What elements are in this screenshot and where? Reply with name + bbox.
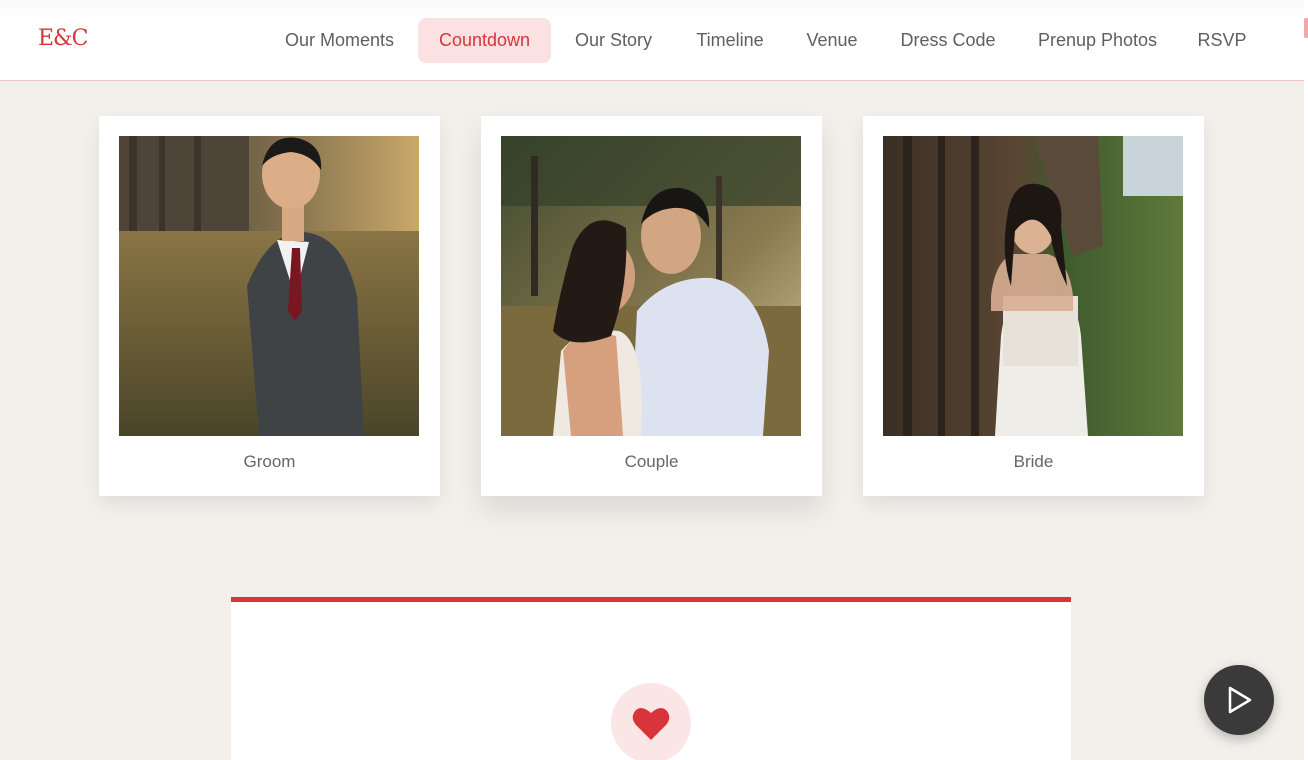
heart-badge xyxy=(611,683,691,760)
photo-caption: Couple xyxy=(624,452,679,471)
page: E&C Our Moments Countdown Our Story Time… xyxy=(0,0,1308,760)
heart-icon xyxy=(632,707,670,740)
couple-photo[interactable] xyxy=(501,136,801,436)
countdown-panel xyxy=(231,597,1071,760)
scrollbar-thumb[interactable] xyxy=(1304,18,1308,38)
nav-venue[interactable]: Venue xyxy=(795,18,869,63)
nav-our-moments[interactable]: Our Moments xyxy=(270,18,409,63)
nav-dress-code[interactable]: Dress Code xyxy=(887,18,1009,63)
main-nav: Our Moments Countdown Our Story Timeline… xyxy=(0,18,1304,63)
scrollbar[interactable] xyxy=(1304,0,1308,760)
music-play-button[interactable] xyxy=(1204,665,1274,735)
groom-photo[interactable] xyxy=(119,136,419,436)
bride-photo[interactable] xyxy=(883,136,1183,436)
photo-caption: Groom xyxy=(243,452,296,471)
photo-card-bride[interactable]: Bride xyxy=(863,116,1204,496)
photo-caption: Bride xyxy=(1013,452,1054,471)
nav-prenup-photos[interactable]: Prenup Photos xyxy=(1025,18,1170,63)
nav-our-story[interactable]: Our Story xyxy=(561,18,666,63)
play-icon xyxy=(1228,686,1252,714)
nav-timeline[interactable]: Timeline xyxy=(681,18,779,63)
nav-rsvp[interactable]: RSVP xyxy=(1185,18,1259,63)
nav-countdown[interactable]: Countdown xyxy=(418,18,551,63)
photo-card-groom[interactable]: Groom xyxy=(99,116,440,496)
site-header: E&C Our Moments Countdown Our Story Time… xyxy=(0,0,1304,81)
photo-card-couple[interactable]: Couple xyxy=(481,116,822,496)
